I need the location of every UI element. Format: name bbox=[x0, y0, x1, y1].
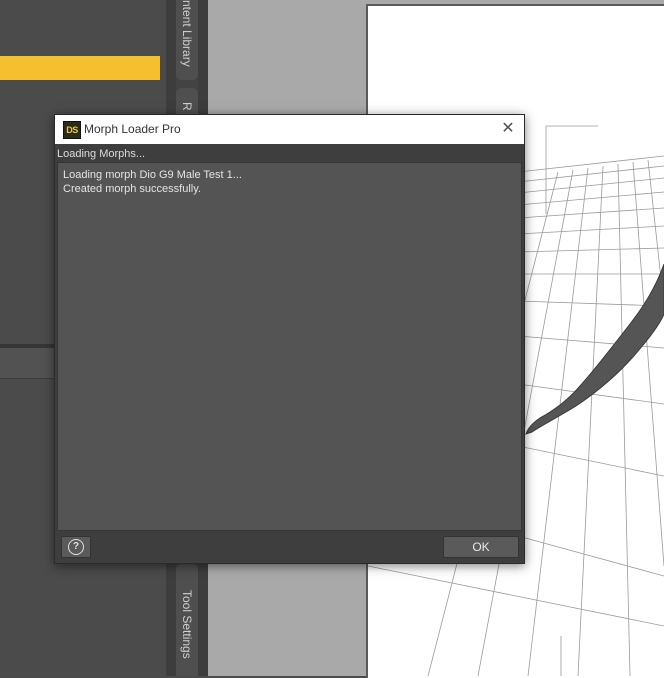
tab-render[interactable]: R bbox=[176, 88, 198, 116]
tab-render-label: R bbox=[180, 102, 194, 111]
selected-item-highlight[interactable] bbox=[0, 56, 160, 80]
log-area[interactable]: Loading morph Dio G9 Male Test 1... Crea… bbox=[57, 162, 522, 531]
figure-arm bbox=[525, 263, 664, 435]
log-line: Loading morph Dio G9 Male Test 1... bbox=[63, 169, 242, 181]
daz-studio-app-icon: DS bbox=[63, 121, 81, 139]
help-icon: ? bbox=[68, 539, 84, 555]
help-button[interactable]: ? bbox=[61, 536, 91, 558]
log-line: Created morph successfully. bbox=[63, 183, 201, 195]
morph-loader-dialog: DS Morph Loader Pro ✕ Loading Morphs... … bbox=[54, 114, 525, 564]
tab-content-library[interactable]: ntent Library bbox=[176, 0, 198, 80]
tab-tool-settings-label: Tool Settings bbox=[180, 590, 194, 659]
ok-button[interactable]: OK bbox=[443, 536, 519, 558]
status-label: Loading Morphs... bbox=[57, 148, 146, 160]
close-icon[interactable]: ✕ bbox=[499, 120, 517, 138]
dialog-titlebar[interactable]: DS Morph Loader Pro ✕ bbox=[55, 115, 524, 144]
tab-content-library-label: ntent Library bbox=[180, 0, 194, 67]
tab-tool-settings[interactable]: Tool Settings bbox=[176, 564, 198, 676]
dialog-title: Morph Loader Pro bbox=[84, 122, 181, 136]
panel-row bbox=[0, 348, 56, 379]
